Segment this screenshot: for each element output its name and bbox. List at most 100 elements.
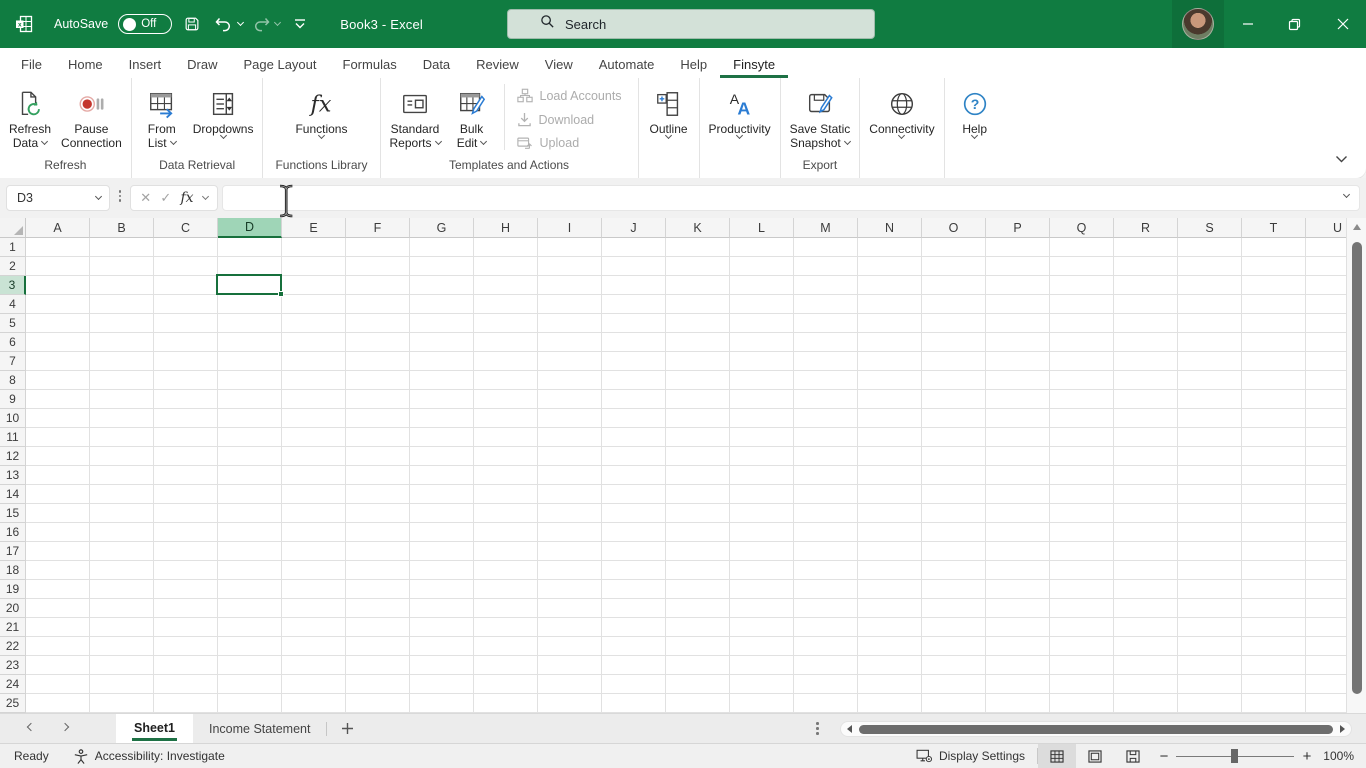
row-header-1[interactable]: 1 (0, 238, 26, 257)
view-page-layout-button[interactable] (1076, 744, 1114, 768)
column-header-Q[interactable]: Q (1050, 218, 1114, 238)
account-avatar-button[interactable] (1172, 0, 1224, 48)
column-header-B[interactable]: B (90, 218, 154, 238)
row-header-7[interactable]: 7 (0, 352, 26, 371)
zoom-level[interactable]: 100% (1320, 749, 1366, 763)
connectivity-button[interactable]: Connectivity (864, 84, 939, 138)
from-list-button[interactable]: From List (136, 84, 188, 150)
sheet-tab-sheet1[interactable]: Sheet1 (116, 714, 193, 743)
horizontal-scroll-thumb[interactable] (859, 725, 1333, 734)
sheet-tab-income-statement[interactable]: Income Statement (193, 714, 326, 743)
column-header-N[interactable]: N (858, 218, 922, 238)
column-header-S[interactable]: S (1178, 218, 1242, 238)
sheet-nav-previous-button[interactable] (14, 714, 48, 743)
outline-button[interactable]: Outline (643, 84, 695, 138)
refresh-data-button[interactable]: Refresh Data (4, 84, 56, 150)
row-header-2[interactable]: 2 (0, 257, 26, 276)
save-button[interactable] (178, 10, 206, 38)
tab-file[interactable]: File (8, 48, 55, 78)
display-settings-button[interactable]: Display Settings (904, 749, 1037, 763)
column-header-A[interactable]: A (26, 218, 90, 238)
cells-area[interactable] (26, 238, 1346, 713)
zoom-in-button[interactable]: + (1294, 748, 1320, 765)
zoom-out-button[interactable]: − (1152, 748, 1176, 765)
dropdowns-button[interactable]: Dropdowns (188, 84, 259, 138)
excel-app-icon[interactable]: x (14, 14, 34, 34)
column-header-F[interactable]: F (346, 218, 410, 238)
tab-finsyte[interactable]: Finsyte (720, 48, 788, 78)
column-header-I[interactable]: I (538, 218, 602, 238)
productivity-button[interactable]: AA Productivity (704, 84, 776, 138)
name-box-chevron-icon[interactable] (95, 193, 102, 200)
search-input[interactable]: Search (507, 9, 875, 39)
select-all-corner[interactable] (0, 218, 26, 238)
bulk-edit-button[interactable]: Bulk Edit (446, 84, 498, 150)
row-header-24[interactable]: 24 (0, 675, 26, 694)
add-sheet-button[interactable] (327, 714, 367, 743)
horizontal-scrollbar[interactable] (840, 721, 1352, 737)
column-header-L[interactable]: L (730, 218, 794, 238)
tab-help[interactable]: Help (667, 48, 720, 78)
functions-button[interactable]: fx Functions (290, 84, 352, 138)
standard-reports-button[interactable]: Standard Reports (385, 84, 446, 150)
view-normal-button[interactable] (1038, 744, 1076, 768)
selected-cell-outline[interactable] (216, 274, 282, 295)
scroll-left-arrow-icon[interactable] (847, 725, 852, 733)
help-button[interactable]: ? Help (949, 84, 1001, 138)
view-page-break-button[interactable] (1114, 744, 1152, 768)
row-header-10[interactable]: 10 (0, 409, 26, 428)
zoom-slider[interactable] (1176, 756, 1294, 757)
collapse-ribbon-button[interactable] (1331, 146, 1352, 172)
row-header-17[interactable]: 17 (0, 542, 26, 561)
row-header-12[interactable]: 12 (0, 447, 26, 466)
column-header-R[interactable]: R (1114, 218, 1178, 238)
vertical-scrollbar[interactable] (1346, 218, 1366, 713)
column-header-O[interactable]: O (922, 218, 986, 238)
row-header-3[interactable]: 3 (0, 276, 26, 295)
tab-insert[interactable]: Insert (116, 48, 175, 78)
row-header-16[interactable]: 16 (0, 523, 26, 542)
column-header-P[interactable]: P (986, 218, 1050, 238)
undo-button[interactable] (214, 15, 243, 33)
name-box[interactable]: D3 (6, 185, 110, 211)
row-header-13[interactable]: 13 (0, 466, 26, 485)
formula-input[interactable] (222, 185, 1360, 211)
customize-quick-access-toolbar-button[interactable] (286, 10, 314, 38)
row-header-23[interactable]: 23 (0, 656, 26, 675)
row-header-20[interactable]: 20 (0, 599, 26, 618)
row-header-9[interactable]: 9 (0, 390, 26, 409)
save-static-snapshot-button[interactable]: Save Static Snapshot (785, 84, 856, 150)
tab-home[interactable]: Home (55, 48, 116, 78)
minimize-button[interactable] (1224, 0, 1271, 48)
tab-data[interactable]: Data (410, 48, 463, 78)
formula-bar-drag-handle[interactable] (114, 190, 126, 202)
column-header-H[interactable]: H (474, 218, 538, 238)
insert-function-button[interactable]: fx (180, 190, 193, 206)
row-header-15[interactable]: 15 (0, 504, 26, 523)
row-header-21[interactable]: 21 (0, 618, 26, 637)
column-header-K[interactable]: K (666, 218, 730, 238)
expand-formula-bar-chevron-icon[interactable] (1343, 191, 1350, 198)
column-header-G[interactable]: G (410, 218, 474, 238)
undo-dropdown-chevron-icon[interactable] (237, 19, 244, 26)
tab-view[interactable]: View (532, 48, 586, 78)
vertical-scroll-thumb[interactable] (1352, 242, 1362, 694)
row-header-11[interactable]: 11 (0, 428, 26, 447)
column-header-J[interactable]: J (602, 218, 666, 238)
tab-review[interactable]: Review (463, 48, 532, 78)
accessibility-status-button[interactable]: Accessibility: Investigate (63, 749, 235, 764)
scroll-up-arrow-icon[interactable] (1353, 224, 1361, 230)
row-header-8[interactable]: 8 (0, 371, 26, 390)
zoom-slider-thumb[interactable] (1231, 749, 1238, 763)
row-header-25[interactable]: 25 (0, 694, 26, 713)
restore-window-button[interactable] (1271, 0, 1318, 48)
row-header-6[interactable]: 6 (0, 333, 26, 352)
column-header-M[interactable]: M (794, 218, 858, 238)
column-header-D[interactable]: D (218, 218, 282, 238)
row-header-14[interactable]: 14 (0, 485, 26, 504)
column-header-U[interactable]: U (1306, 218, 1346, 238)
column-header-C[interactable]: C (154, 218, 218, 238)
scroll-right-arrow-icon[interactable] (1340, 725, 1345, 733)
row-header-18[interactable]: 18 (0, 561, 26, 580)
column-header-E[interactable]: E (282, 218, 346, 238)
